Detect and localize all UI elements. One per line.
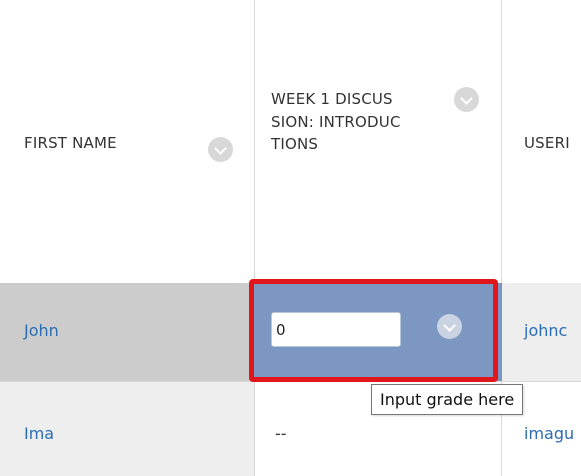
header-username-label: USERI: [524, 134, 570, 152]
username-link[interactable]: johnc: [524, 321, 567, 340]
header-first-name-label: FIRST NAME: [24, 134, 117, 152]
first-name-link[interactable]: Ima: [24, 424, 54, 443]
grade-input[interactable]: [271, 312, 401, 347]
chevron-down-icon[interactable]: [454, 87, 479, 112]
header-first-name[interactable]: FIRST NAME: [0, 0, 254, 283]
first-name-link[interactable]: John: [24, 321, 59, 340]
table-row[interactable]: John johnc: [0, 283, 581, 381]
gradebook-grid: FIRST NAME WEEK 1 DISCUSSION: INTRODUCTI…: [0, 0, 581, 476]
tooltip: Input grade here: [371, 384, 524, 415]
column-divider: [254, 0, 255, 283]
chevron-down-icon[interactable]: [208, 137, 233, 162]
column-divider: [254, 382, 255, 476]
column-divider: [501, 0, 502, 283]
header-username[interactable]: USERI: [502, 0, 581, 283]
grade-value: --: [275, 424, 287, 443]
header-week1-discussion[interactable]: WEEK 1 DISCUSSION: INTRODUCTIONS: [255, 0, 501, 283]
chevron-down-icon[interactable]: [437, 314, 462, 339]
cell-first-name: Ima: [0, 382, 254, 476]
header-week1-label: WEEK 1 DISCUSSION: INTRODUCTIONS: [271, 90, 401, 153]
username-link[interactable]: imagu: [524, 424, 574, 443]
cell-first-name: John: [0, 283, 254, 381]
cell-username: johnc: [502, 283, 581, 381]
cell-grade-editing[interactable]: [254, 283, 502, 381]
